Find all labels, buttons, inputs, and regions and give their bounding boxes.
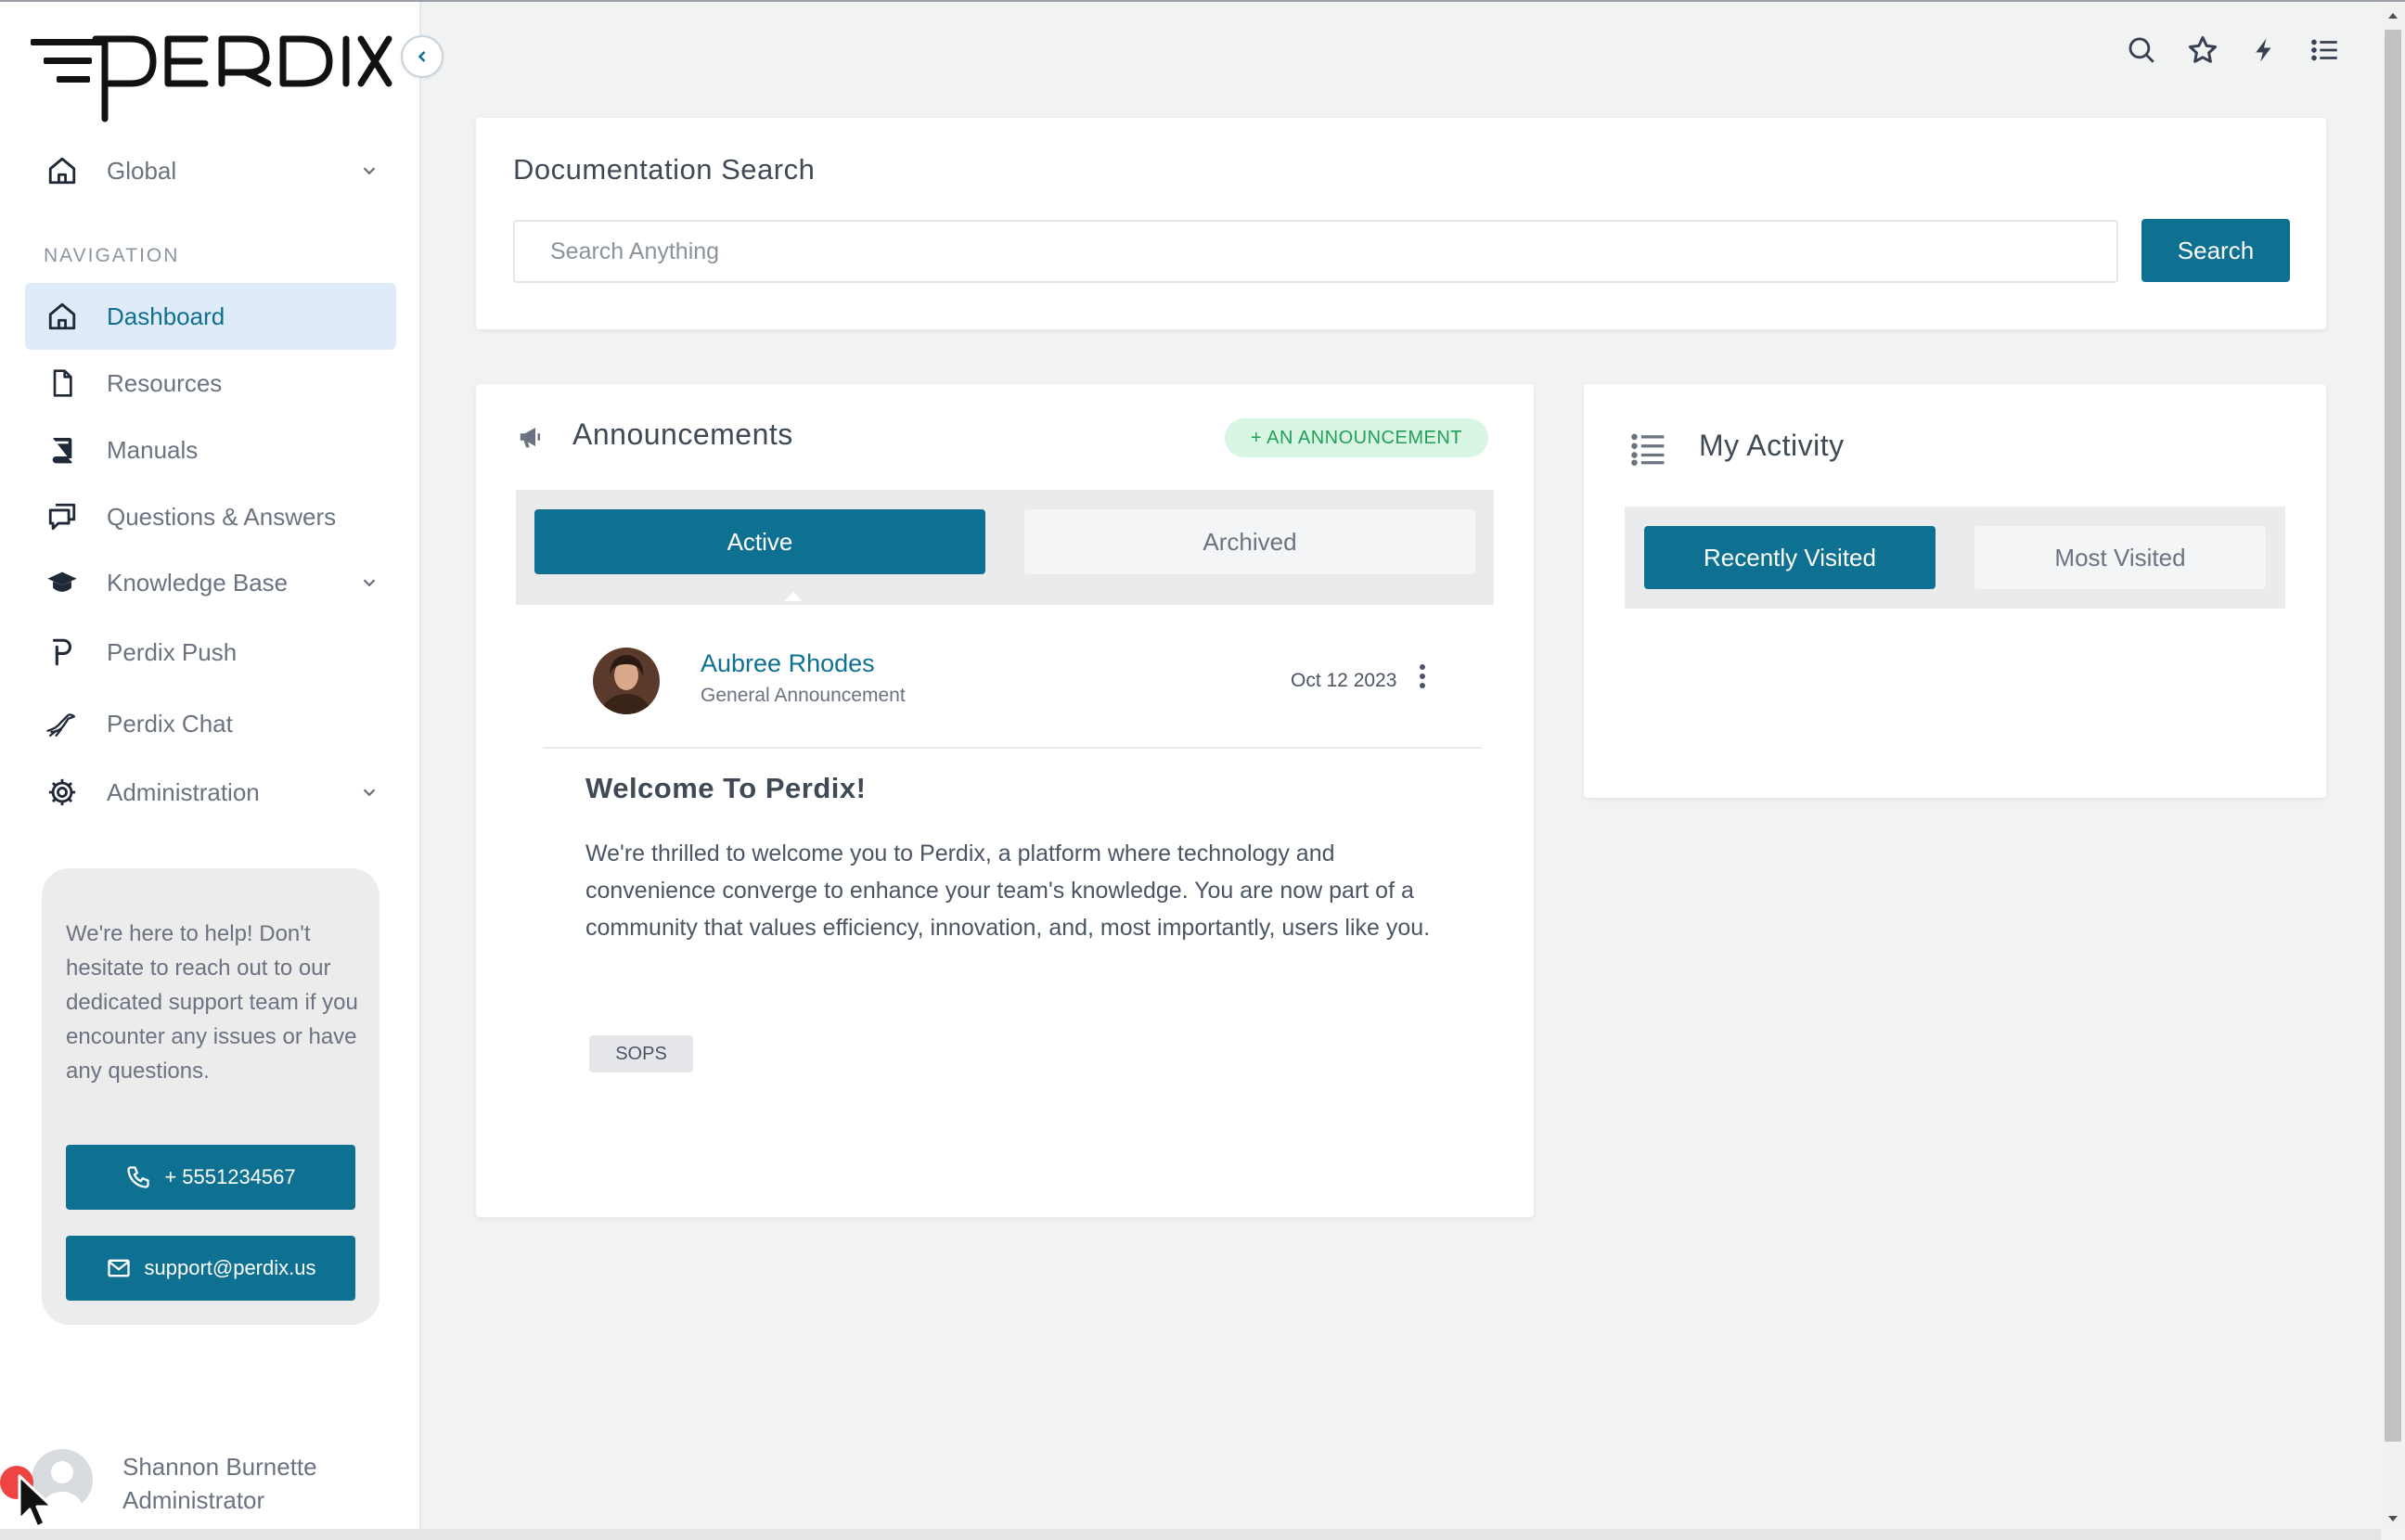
sidebar-item-label: Perdix Chat <box>107 709 233 738</box>
bird-icon <box>45 707 79 740</box>
divider <box>543 747 1482 749</box>
perdix-logo[interactable] <box>31 30 392 126</box>
workspace-selector[interactable]: Global <box>25 137 396 204</box>
gear-icon <box>45 776 79 809</box>
post-heading: Welcome To Perdix! <box>585 772 867 804</box>
search-input[interactable] <box>513 220 2118 283</box>
activity-title: My Activity <box>1699 429 1845 462</box>
add-announcement-button[interactable]: + AN ANNOUNCEMENT <box>1225 418 1488 457</box>
activity-tabs: Recently Visited Most Visited <box>1625 507 2285 609</box>
post-author[interactable]: Aubree Rhodes <box>701 649 875 678</box>
home-icon <box>45 154 79 187</box>
sidebar-item-perdix-push[interactable]: Perdix Push <box>25 619 396 686</box>
file-icon <box>45 366 79 400</box>
user-name: Shannon Burnette <box>122 1453 317 1481</box>
my-activity-card: My Activity Recently Visited Most Visite… <box>1584 384 2326 798</box>
doc-search-title: Documentation Search <box>513 153 816 186</box>
post-category: General Announcement <box>701 685 906 706</box>
phone-number: + 5551234567 <box>164 1165 296 1188</box>
bolt-icon[interactable] <box>2245 32 2283 69</box>
post-body: We're thrilled to welcome you to Perdix,… <box>585 841 1431 941</box>
mouse-cursor-icon <box>18 1474 54 1529</box>
graduation-cap-icon <box>45 566 79 599</box>
perdix-p-icon <box>45 635 79 669</box>
scroll-down-icon[interactable] <box>2386 1512 2399 1525</box>
mail-icon <box>107 1259 130 1277</box>
phone-button[interactable]: + 5551234567 <box>66 1145 355 1210</box>
chevron-down-icon <box>363 579 376 587</box>
announcement-tabs: Active Archived <box>516 490 1494 605</box>
sidebar-item-questions-answers[interactable]: Questions & Answers <box>25 483 396 550</box>
window-bottom-border <box>0 1529 2381 1540</box>
home-icon <box>45 300 79 333</box>
announcements-title: Announcements <box>572 417 793 451</box>
sidebar: Global NAVIGATION Dashboard Resources Ma… <box>0 2 421 1529</box>
tab-active[interactable]: Active <box>534 509 985 574</box>
avatar <box>593 648 660 714</box>
phone-icon <box>127 1166 149 1188</box>
sidebar-item-label: Questions & Answers <box>107 502 337 531</box>
tab-pointer <box>784 592 803 601</box>
sidebar-item-manuals[interactable]: Manuals <box>25 417 396 483</box>
nav-heading: NAVIGATION <box>44 245 180 266</box>
sidebar-item-label: Knowledge Base <box>107 568 289 597</box>
sidebar-item-label: Administration <box>107 777 260 806</box>
tab-recently-visited[interactable]: Recently Visited <box>1644 526 1936 589</box>
tab-archived[interactable]: Archived <box>1024 509 1475 574</box>
support-card: We're here to help! Don't hesitate to re… <box>42 868 379 1325</box>
sidebar-item-label: Manuals <box>107 435 199 464</box>
list-icon <box>1631 433 1665 466</box>
sidebar-item-label: Dashboard <box>107 302 225 330</box>
documentation-search-card: Documentation Search Search <box>476 118 2326 329</box>
chevron-down-icon <box>363 789 376 797</box>
chat-bubbles-icon <box>45 500 79 533</box>
support-text: We're here to help! Don't hesitate to re… <box>66 921 358 1084</box>
user-profile[interactable]: Shannon Burnette Administrator <box>0 1438 421 1531</box>
chevron-down-icon <box>363 167 376 175</box>
tab-most-visited[interactable]: Most Visited <box>1974 526 2266 589</box>
megaphone-icon <box>520 428 540 448</box>
more-options-icon[interactable] <box>1415 662 1430 690</box>
scroll-up-icon[interactable] <box>2386 9 2399 22</box>
sidebar-item-perdix-chat[interactable]: Perdix Chat <box>25 690 396 757</box>
scrollbar[interactable] <box>2381 2 2405 1529</box>
user-role: Administrator <box>122 1486 265 1514</box>
collapse-sidebar-button[interactable] <box>401 35 444 78</box>
search-button[interactable]: Search <box>2141 219 2290 282</box>
workspace-label: Global <box>107 156 177 185</box>
book-icon <box>45 433 79 467</box>
chevron-left-icon <box>418 51 426 62</box>
search-icon[interactable] <box>2123 32 2160 69</box>
email-button[interactable]: support@perdix.us <box>66 1236 355 1301</box>
list-icon[interactable] <box>2307 32 2344 69</box>
sidebar-item-label: Perdix Push <box>107 637 238 666</box>
sidebar-item-knowledge-base[interactable]: Knowledge Base <box>25 549 396 616</box>
sidebar-item-label: Resources <box>107 368 223 397</box>
tag-badge[interactable]: SOPS <box>589 1035 693 1072</box>
sidebar-item-dashboard[interactable]: Dashboard <box>25 283 396 350</box>
post-date: Oct 12 2023 <box>1291 670 1397 691</box>
email-address: support@perdix.us <box>144 1256 316 1279</box>
sidebar-item-administration[interactable]: Administration <box>25 759 396 826</box>
star-icon[interactable] <box>2184 32 2221 69</box>
sidebar-item-resources[interactable]: Resources <box>25 350 396 417</box>
scroll-thumb[interactable] <box>2385 30 2401 1442</box>
announcements-card: Announcements + AN ANNOUNCEMENT Active A… <box>476 384 1534 1217</box>
